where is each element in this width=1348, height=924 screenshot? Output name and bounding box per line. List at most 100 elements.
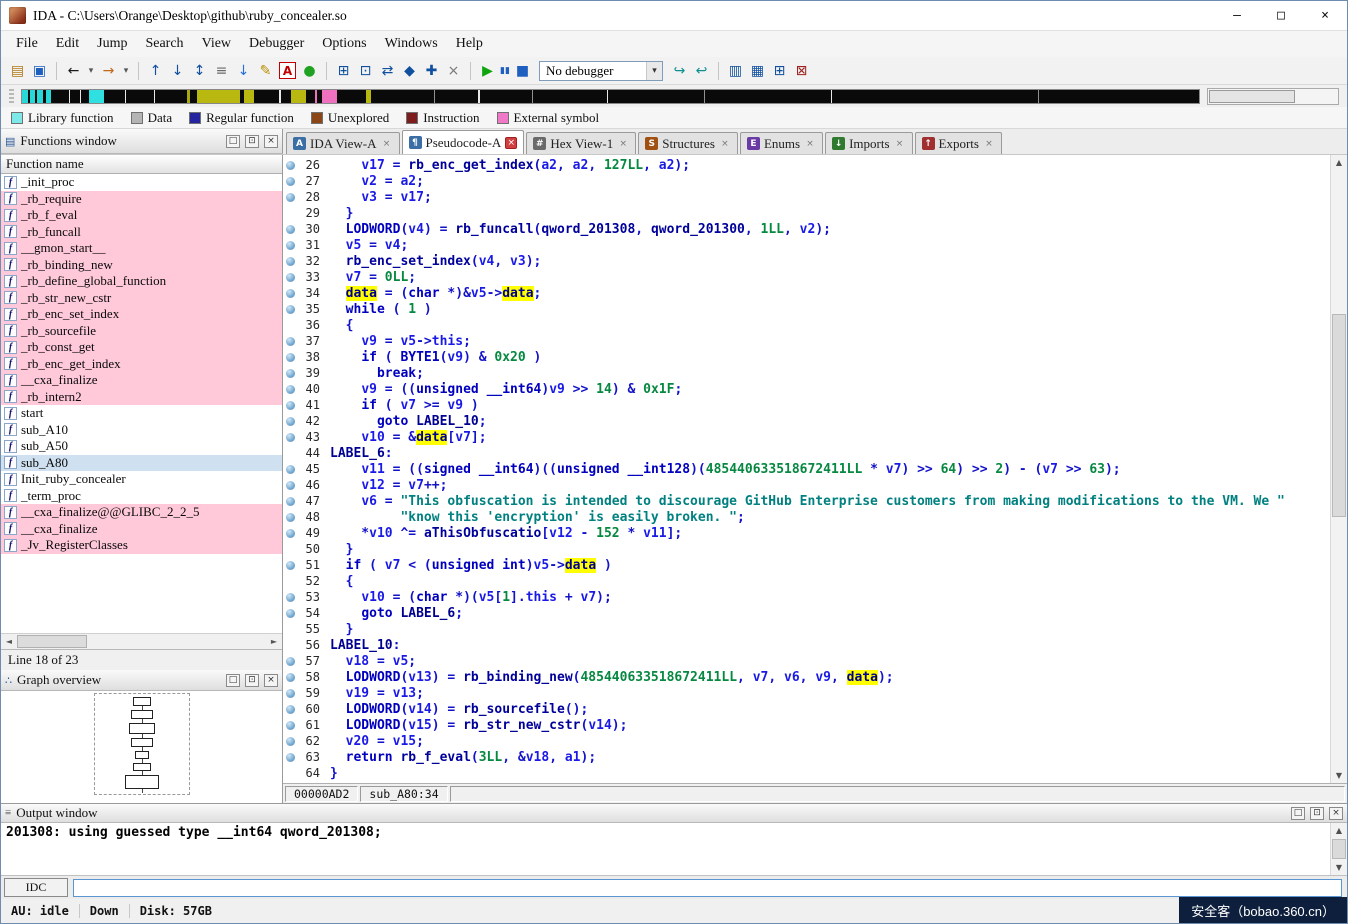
function-row[interactable]: f_Jv_RegisterClasses	[1, 537, 282, 554]
navband-scrollbar[interactable]	[1207, 88, 1339, 105]
breakpoints-icon[interactable]: ▦	[747, 60, 768, 81]
back-icon[interactable]: ←	[63, 60, 84, 81]
code-text[interactable]: if ( v7 < (unsigned int)v5->data )	[320, 558, 612, 573]
add-type-icon[interactable]: ⊞	[333, 60, 354, 81]
graph-float-icon[interactable]: ⊡	[245, 674, 259, 687]
code-text[interactable]: rb_enc_set_index(v4, v3);	[320, 254, 541, 269]
function-row[interactable]: f_init_proc	[1, 174, 282, 191]
functions-float-icon[interactable]: ⊡	[245, 135, 259, 148]
function-row[interactable]: fsub_A80	[1, 455, 282, 472]
text-search-icon[interactable]: A	[279, 62, 296, 79]
idc-input[interactable]	[73, 879, 1342, 897]
highlight-icon[interactable]: ✎	[255, 60, 276, 81]
tab-imports[interactable]: ↓Imports×	[825, 132, 912, 154]
function-row[interactable]: f_rb_intern2	[1, 389, 282, 406]
scroll-down-icon[interactable]: ▼	[1331, 768, 1347, 783]
code-text[interactable]: goto LABEL_10;	[320, 414, 487, 429]
code-text[interactable]: LODWORD(v15) = rb_str_new_cstr(v14);	[320, 718, 627, 733]
output-vscrollbar[interactable]: ▲ ▼	[1330, 823, 1347, 875]
function-row[interactable]: f_rb_enc_get_index	[1, 356, 282, 373]
tab-ida-view-a[interactable]: AIDA View-A×	[286, 132, 400, 154]
function-row[interactable]: f_rb_binding_new	[1, 257, 282, 274]
code-text[interactable]: if ( BYTE1(v9) & 0x20 )	[320, 350, 541, 365]
tab-close-icon[interactable]: ×	[983, 138, 995, 150]
start-process-icon[interactable]: ▶	[477, 60, 498, 81]
jump-next-icon[interactable]: ↓	[233, 60, 254, 81]
analysis-indicator-icon[interactable]: ●	[299, 60, 320, 81]
code-text[interactable]: v10 = (char *)(v5[1].this + v7);	[320, 590, 612, 605]
tab-close-icon[interactable]: ×	[719, 138, 731, 150]
code-text[interactable]: LODWORD(v13) = rb_binding_new(4854406335…	[320, 670, 894, 685]
tab-close-icon[interactable]: ×	[381, 138, 393, 150]
pause-process-icon[interactable]: ▮▮	[499, 60, 511, 81]
edit-type-icon[interactable]: ⊡	[355, 60, 376, 81]
code-text[interactable]: {	[320, 318, 353, 333]
step-over-icon[interactable]: ↩	[691, 60, 712, 81]
code-text[interactable]: if ( v7 >= v9 )	[320, 398, 479, 413]
function-row[interactable]: fsub_A10	[1, 422, 282, 439]
maximize-button[interactable]: □	[1259, 1, 1303, 30]
code-text[interactable]: }	[320, 766, 338, 781]
tab-close-icon[interactable]: ×	[505, 137, 517, 149]
function-row[interactable]: f_rb_f_eval	[1, 207, 282, 224]
stop-process-icon[interactable]: ■	[512, 60, 533, 81]
code-vscrollbar[interactable]: ▲ ▼	[1330, 155, 1347, 783]
output-close-icon[interactable]: ×	[1329, 807, 1343, 820]
menu-options[interactable]: Options	[313, 33, 375, 55]
code-text[interactable]: }	[320, 206, 353, 221]
code-text[interactable]: v6 = "This obfuscation is intended to di…	[320, 494, 1285, 509]
code-vscroll-track[interactable]	[1331, 170, 1347, 768]
function-row[interactable]: f_term_proc	[1, 488, 282, 505]
debugger-select[interactable]: No debugger▾	[539, 61, 663, 81]
jump-updown-icon[interactable]: ↕	[189, 60, 210, 81]
function-row[interactable]: f__gmon_start__	[1, 240, 282, 257]
code-text[interactable]: v5 = v4;	[320, 238, 408, 253]
tab-close-icon[interactable]: ×	[804, 138, 816, 150]
attach-icon[interactable]: ⊞	[769, 60, 790, 81]
code-text[interactable]: v20 = v15;	[320, 734, 424, 749]
output-scroll-up-icon[interactable]: ▲	[1331, 823, 1347, 838]
code-text[interactable]: *v10 ^= aThisObfuscatio[v12 - 152 * v11]…	[320, 526, 682, 541]
chevron-down-icon[interactable]: ▾	[646, 62, 662, 80]
output-maximize-icon[interactable]: □	[1291, 807, 1305, 820]
code-text[interactable]: break;	[320, 366, 424, 381]
code-text[interactable]: v19 = v13;	[320, 686, 424, 701]
code-text[interactable]: v18 = v5;	[320, 654, 416, 669]
close-button[interactable]: ×	[1303, 1, 1347, 30]
apply-type-icon[interactable]: ◆	[399, 60, 420, 81]
code-text[interactable]: v9 = ((unsigned __int64)v9 >> 14) & 0x1F…	[320, 382, 682, 397]
produce-output-icon[interactable]: ≡	[211, 60, 232, 81]
code-text[interactable]: }	[320, 622, 353, 637]
navigation-band[interactable]	[21, 89, 1200, 104]
scroll-left-icon[interactable]: ◄	[1, 634, 17, 649]
function-row[interactable]: f_rb_require	[1, 191, 282, 208]
menu-edit[interactable]: Edit	[47, 33, 88, 55]
tab-hex-view-1[interactable]: #Hex View-1×	[526, 132, 636, 154]
functions-column-header[interactable]: Function name	[1, 155, 282, 174]
functions-close-icon[interactable]: ×	[264, 135, 278, 148]
delete-icon[interactable]: ×	[443, 60, 464, 81]
sync-type-icon[interactable]: ⇄	[377, 60, 398, 81]
code-text[interactable]: LABEL_6:	[320, 446, 393, 461]
menu-file[interactable]: File	[7, 33, 47, 55]
jump-up-icon[interactable]: ↑	[145, 60, 166, 81]
save-database-icon[interactable]: ▣	[29, 60, 50, 81]
step-into-icon[interactable]: ↪	[669, 60, 690, 81]
functions-hscrollbar[interactable]: ◄ ►	[1, 633, 282, 649]
menu-jump[interactable]: Jump	[88, 33, 136, 55]
function-row[interactable]: f__cxa_finalize@@GLIBC_2_2_5	[1, 504, 282, 521]
code-text[interactable]: "know this 'encryption' is easily broken…	[320, 510, 745, 525]
terminate-icon[interactable]: ⊠	[791, 60, 812, 81]
function-row[interactable]: f_rb_enc_set_index	[1, 306, 282, 323]
graph-overview-canvas[interactable]	[1, 691, 282, 803]
code-text[interactable]: v9 = v5->this;	[320, 334, 471, 349]
function-row[interactable]: f__cxa_finalize	[1, 521, 282, 538]
code-text[interactable]: v3 = v17;	[320, 190, 432, 205]
output-log-text[interactable]: 201308: using guessed type __int64 qword…	[1, 823, 1330, 875]
back-history-icon[interactable]: ▾	[85, 60, 97, 81]
function-row[interactable]: f_rb_sourcefile	[1, 323, 282, 340]
tab-structures[interactable]: SStructures×	[638, 132, 738, 154]
menu-help[interactable]: Help	[447, 33, 492, 55]
graph-maximize-icon[interactable]: □	[226, 674, 240, 687]
navband-scroll-thumb[interactable]	[1209, 90, 1295, 103]
